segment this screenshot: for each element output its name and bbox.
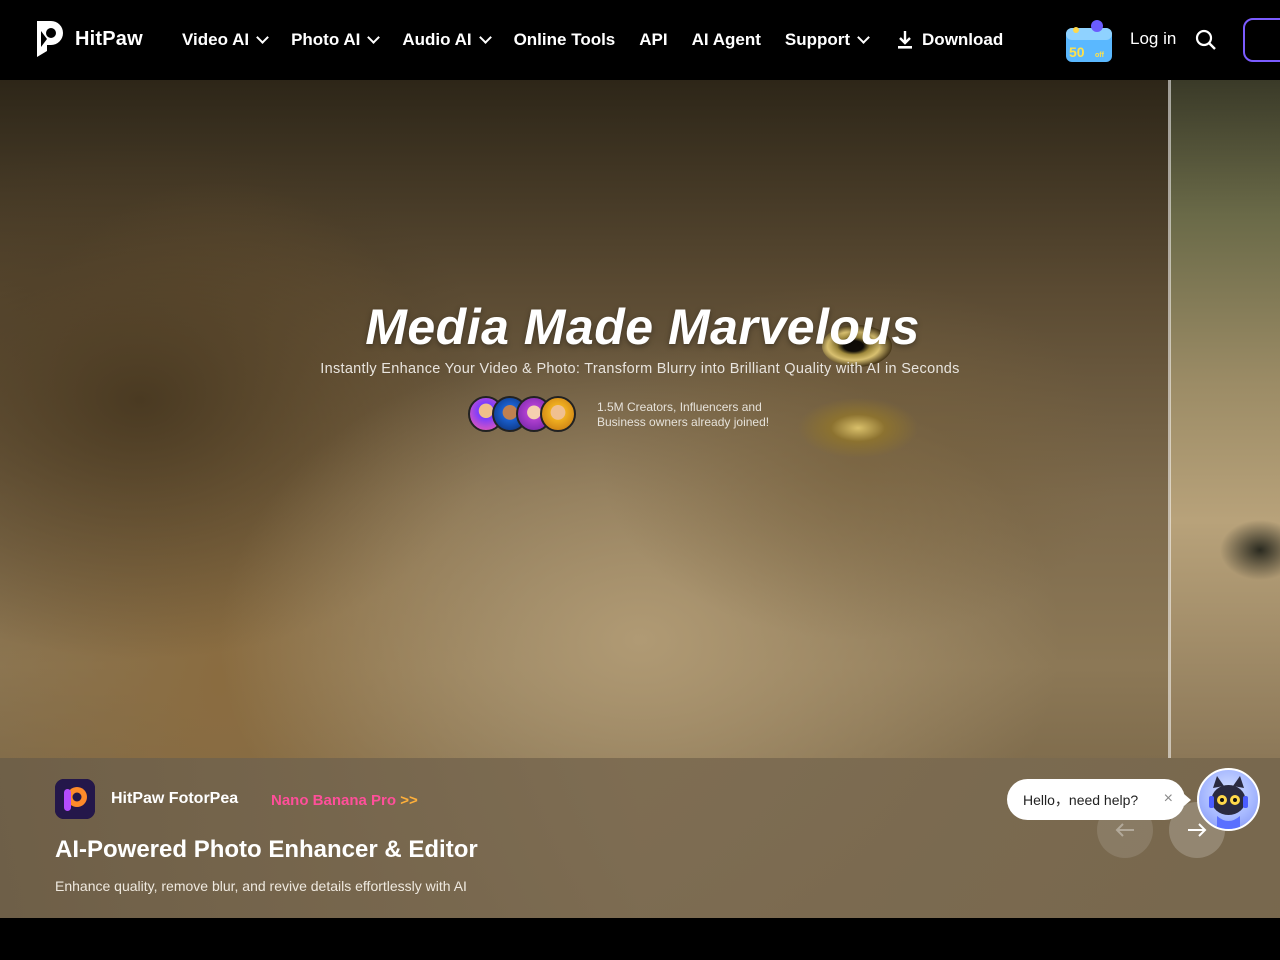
top-navigation: HitPaw Video AI Photo AI Audio AI Online…	[0, 0, 1280, 80]
chevron-down-icon	[478, 31, 492, 44]
signup-button[interactable]	[1243, 18, 1280, 62]
download-link[interactable]: Download	[896, 30, 1003, 50]
menu-audio-ai[interactable]: Audio AI	[402, 30, 492, 50]
menu-online-tools-label: Online Tools	[513, 30, 616, 49]
close-icon[interactable]: ×	[1164, 790, 1173, 808]
arrow-left-icon	[1115, 823, 1134, 837]
arrow-right-icon	[1188, 823, 1207, 837]
product-name: HitPaw FotorPea	[111, 790, 239, 807]
comparison-slider-handle[interactable]	[1168, 80, 1171, 758]
product-title: AI-Powered Photo Enhancer & Editor	[55, 836, 478, 863]
download-icon	[896, 30, 914, 50]
avatar	[540, 396, 576, 432]
menu-video-ai[interactable]: Video AI	[182, 30, 269, 50]
menu-support-label: Support	[784, 30, 851, 49]
menu-online-tools[interactable]: Online Tools	[514, 30, 616, 50]
social-proof-text: 1.5M Creators, Influencers and Business …	[597, 400, 817, 430]
menu-ai-agent[interactable]: AI Agent	[692, 30, 761, 50]
menu-api-label: API	[639, 30, 668, 49]
menu-video-ai-label: Video AI	[182, 30, 250, 49]
chevron-down-icon	[256, 31, 269, 44]
promo-badge-text: 50	[1069, 44, 1085, 60]
menu-photo-ai-label: Photo AI	[291, 30, 361, 49]
menu-ai-agent-label: AI Agent	[691, 30, 761, 49]
discount-promo-badge[interactable]: 50 off	[1064, 18, 1114, 64]
chevron-down-icon	[367, 31, 381, 44]
link-arrows: >>	[400, 792, 418, 809]
hitpaw-logo[interactable]: HitPaw	[35, 19, 143, 59]
nano-banana-pro-label: Nano Banana Pro	[271, 792, 397, 809]
chat-greeting-bubble[interactable]: Hello，need help? ×	[1007, 779, 1191, 820]
chat-greeting-text: Hello，need help?	[1023, 791, 1139, 808]
product-description: Enhance quality, remove blur, and revive…	[55, 878, 467, 894]
chevron-down-icon	[857, 31, 870, 44]
menu-photo-ai[interactable]: Photo AI	[291, 30, 381, 50]
nano-banana-pro-link[interactable]: Nano Banana Pro >>	[271, 792, 418, 809]
menu-audio-ai-label: Audio AI	[402, 30, 472, 49]
hero-subtitle: Instantly Enhance Your Video & Photo: Tr…	[320, 361, 960, 377]
creator-avatars	[468, 396, 576, 432]
main-menu: Video AI Photo AI Audio AI Online Tools …	[182, 0, 1027, 80]
svg-text:off: off	[1095, 52, 1105, 59]
menu-api[interactable]: API	[639, 30, 667, 50]
social-proof-line-2: Business owners already joined!	[597, 415, 770, 429]
chat-assistant-avatar[interactable]	[1197, 768, 1260, 831]
search-icon[interactable]	[1195, 29, 1217, 51]
login-link[interactable]: Log in	[1130, 29, 1176, 49]
fotorpea-app-icon	[55, 779, 95, 819]
download-label: Download	[922, 30, 1004, 49]
comparison-after-image	[1170, 80, 1280, 758]
page-footer-strip	[0, 918, 1280, 960]
brand-name: HitPaw	[75, 27, 143, 50]
hero-title: Media Made Marvelous	[365, 299, 920, 355]
menu-support[interactable]: Support	[784, 30, 870, 50]
social-proof-line-1: 1.5M Creators, Influencers and	[597, 400, 762, 414]
chat-bubble-tail	[1184, 794, 1191, 806]
hitpaw-logo-icon	[35, 19, 65, 59]
